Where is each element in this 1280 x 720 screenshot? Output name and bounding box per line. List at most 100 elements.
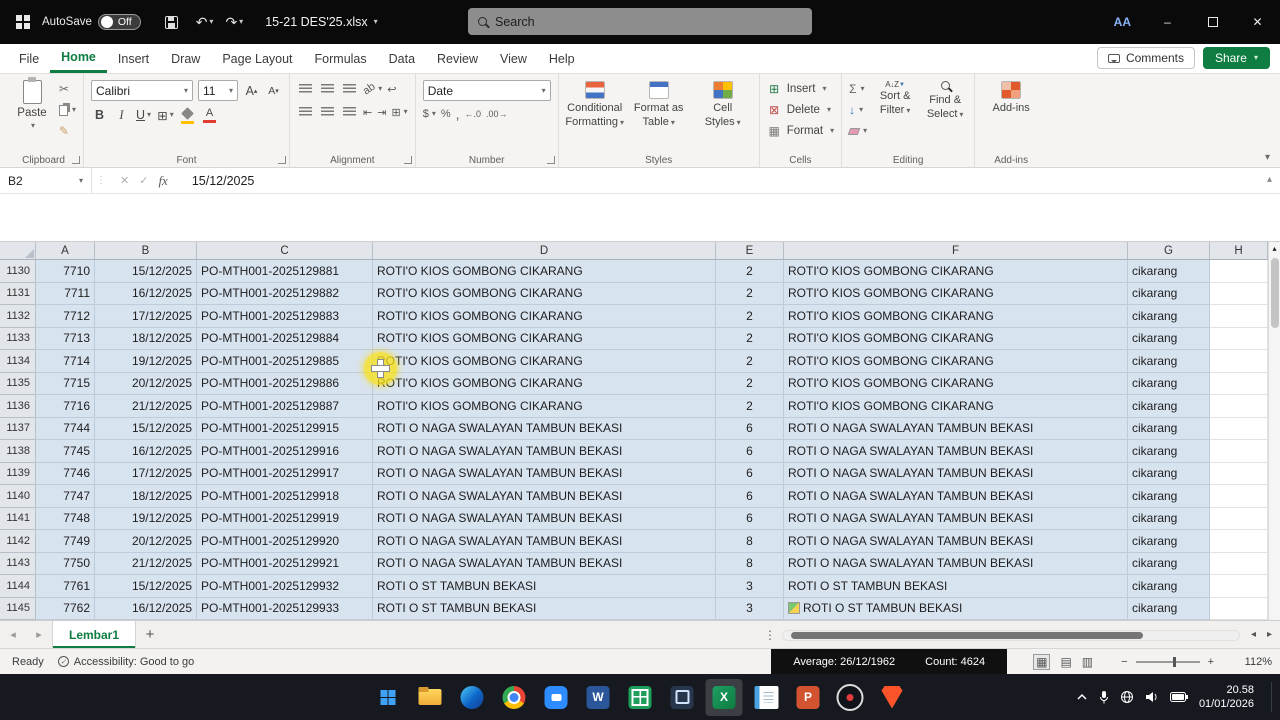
cell-a[interactable]: 7712 — [36, 305, 95, 328]
decrease-indent-button[interactable]: ⇤ — [363, 106, 372, 119]
column-header-H[interactable]: H — [1210, 242, 1268, 260]
underline-button[interactable]: U ▾ — [135, 106, 152, 124]
save-icon[interactable] — [164, 15, 178, 29]
row-header[interactable]: 1136 — [0, 395, 36, 418]
paste-button[interactable]: Paste ▾ — [11, 77, 53, 152]
cell-c[interactable]: PO-MTH001-2025129882 — [197, 282, 373, 305]
normal-view-button[interactable]: ▦ — [1033, 653, 1051, 670]
cell-e[interactable]: 2 — [716, 282, 784, 305]
cell-b[interactable]: 15/12/2025 — [95, 260, 197, 283]
cell-h[interactable] — [1210, 552, 1268, 575]
row-header[interactable]: 1141 — [0, 507, 36, 530]
battery-icon[interactable] — [1169, 692, 1188, 702]
row-header[interactable]: 1139 — [0, 462, 36, 485]
font-size-select[interactable]: 11 ▾ — [198, 80, 239, 101]
fill-button[interactable]: ↓ ▾ — [849, 102, 867, 118]
cell-e[interactable]: 3 — [716, 597, 784, 620]
show-desktop-button[interactable] — [1271, 682, 1274, 712]
volume-icon[interactable] — [1145, 691, 1159, 703]
row-header[interactable]: 1145 — [0, 597, 36, 620]
cell-f[interactable]: ROTI O ST TAMBUN BEKASI — [784, 575, 1128, 598]
column-header-A[interactable]: A — [36, 242, 95, 260]
zoom-icon[interactable] — [538, 679, 575, 716]
sort-filter-button[interactable]: A ↓ Z ▼ Sort & Filter ▾ — [873, 78, 917, 152]
edge-icon[interactable] — [454, 679, 491, 716]
cell-a[interactable]: 7748 — [36, 507, 95, 530]
cell-d[interactable]: ROTI O NAGA SWALAYAN TAMBUN BEKASI — [373, 530, 716, 553]
cell-f[interactable]: ROTI'O KIOS GOMBONG CIKARANG — [784, 372, 1128, 395]
cell-c[interactable]: PO-MTH001-2025129883 — [197, 305, 373, 328]
increase-indent-button[interactable]: ⇥ — [377, 106, 386, 119]
accessibility-status[interactable]: ✓ Accessibility: Good to go — [57, 656, 194, 668]
cell-g[interactable]: cikarang — [1128, 395, 1210, 418]
cell-e[interactable]: 6 — [716, 462, 784, 485]
cell-a[interactable]: 7714 — [36, 350, 95, 373]
zoom-slider-thumb[interactable] — [1172, 656, 1176, 667]
alignment-dialog-launcher-icon[interactable] — [403, 156, 412, 164]
column-header-B[interactable]: B — [95, 242, 197, 260]
autosave-toggle[interactable]: Off — [97, 14, 141, 30]
clipboard-dialog-launcher-icon[interactable] — [72, 156, 81, 164]
column-header-F[interactable]: F — [784, 242, 1128, 260]
cell-d[interactable]: ROTI'O KIOS GOMBONG CIKARANG — [373, 282, 716, 305]
collapse-ribbon-icon[interactable]: ▾ — [1265, 152, 1270, 163]
cancel-icon[interactable]: ✕ — [120, 174, 129, 187]
cell-d[interactable]: ROTI'O KIOS GOMBONG CIKARANG — [373, 327, 716, 350]
merge-center-button[interactable]: ⊞ ▾ — [391, 106, 407, 119]
cell-e[interactable]: 2 — [716, 260, 784, 283]
cell-d[interactable]: ROTI'O KIOS GOMBONG CIKARANG — [373, 350, 716, 373]
row-header[interactable]: 1135 — [0, 372, 36, 395]
column-header-E[interactable]: E — [716, 242, 784, 260]
cell-d[interactable]: ROTI O NAGA SWALAYAN TAMBUN BEKASI — [373, 462, 716, 485]
cell-d[interactable]: ROTI O NAGA SWALAYAN TAMBUN BEKASI — [373, 440, 716, 463]
cell-g[interactable]: cikarang — [1128, 552, 1210, 575]
cell-f[interactable]: ROTI O NAGA SWALAYAN TAMBUN BEKASI — [784, 440, 1128, 463]
italic-button[interactable]: I — [113, 106, 130, 124]
excel-icon[interactable]: X — [705, 678, 743, 716]
cell-f[interactable]: ROTI O NAGA SWALAYAN TAMBUN BEKASI — [784, 485, 1128, 508]
align-bottom-button[interactable] — [341, 80, 358, 98]
brave-icon[interactable] — [874, 679, 911, 716]
tab-home[interactable]: Home — [50, 44, 107, 73]
scroll-up-icon[interactable]: ▴ — [1272, 242, 1276, 256]
cell-e[interactable]: 3 — [716, 575, 784, 598]
cell-a[interactable]: 7762 — [36, 597, 95, 620]
font-dialog-launcher-icon[interactable] — [278, 156, 287, 164]
number-format-select[interactable]: Date ▾ — [422, 80, 551, 101]
cell-b[interactable]: 18/12/2025 — [95, 327, 197, 350]
cell-h[interactable] — [1210, 575, 1268, 598]
cell-c[interactable]: PO-MTH001-2025129887 — [197, 395, 373, 418]
cell-g[interactable]: cikarang — [1128, 417, 1210, 440]
clear-button[interactable]: ▾ — [847, 123, 867, 139]
vertical-scrollbar-thumb[interactable] — [1270, 258, 1279, 328]
tab-insert[interactable]: Insert — [107, 44, 160, 73]
cell-b[interactable]: 15/12/2025 — [95, 417, 197, 440]
cell-e[interactable]: 2 — [716, 327, 784, 350]
cell-c[interactable]: PO-MTH001-2025129932 — [197, 575, 373, 598]
cell-b[interactable]: 15/12/2025 — [95, 575, 197, 598]
cell-h[interactable] — [1210, 417, 1268, 440]
cell-e[interactable]: 2 — [716, 395, 784, 418]
cell-g[interactable]: cikarang — [1128, 350, 1210, 373]
row-header[interactable]: 1140 — [0, 485, 36, 508]
scroll-left-icon[interactable]: ◂ — [1251, 629, 1256, 640]
cell-f[interactable]: ROTI O NAGA SWALAYAN TAMBUN BEKASI — [784, 507, 1128, 530]
page-break-view-button[interactable]: ▥ — [1082, 655, 1093, 669]
insert-cells-button[interactable]: ⊞ Insert ▾ — [767, 78, 834, 99]
zoom-in-button[interactable]: + — [1208, 656, 1214, 668]
cell-c[interactable]: PO-MTH001-2025129885 — [197, 350, 373, 373]
decrease-decimal-button[interactable]: .00→ — [486, 109, 508, 119]
tab-review[interactable]: Review — [426, 44, 489, 73]
cell-e[interactable]: 6 — [716, 417, 784, 440]
cell-d[interactable]: ROTI'O KIOS GOMBONG CIKARANG — [373, 305, 716, 328]
cell-g[interactable]: cikarang — [1128, 327, 1210, 350]
cell-d[interactable]: ROTI'O KIOS GOMBONG CIKARANG — [373, 372, 716, 395]
find-select-button[interactable]: Find & Select ▾ — [923, 78, 967, 152]
wrap-text-button[interactable]: ↩ — [387, 83, 396, 96]
cell-b[interactable]: 17/12/2025 — [95, 462, 197, 485]
cell-styles-button[interactable]: Cell Styles ▾ — [694, 78, 752, 152]
cell-h[interactable] — [1210, 260, 1268, 283]
cell-g[interactable]: cikarang — [1128, 507, 1210, 530]
percent-style-button[interactable]: % — [441, 108, 451, 120]
cell-g[interactable]: cikarang — [1128, 440, 1210, 463]
